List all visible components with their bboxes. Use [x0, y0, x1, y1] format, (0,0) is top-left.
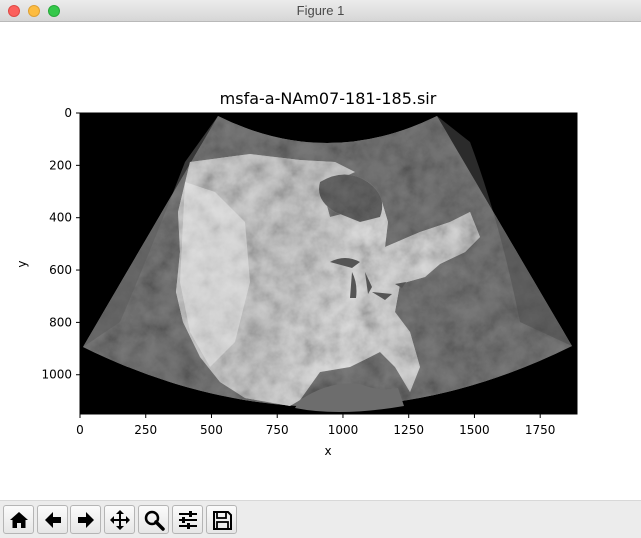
- x-tick-label: 1000: [328, 423, 359, 437]
- pan-button[interactable]: [104, 505, 135, 534]
- y-tick-label: 600: [49, 263, 72, 277]
- configure-subplots-button[interactable]: [172, 505, 203, 534]
- y-tick-label: 400: [49, 211, 72, 225]
- arrow-right-icon: [77, 511, 94, 528]
- sliders-icon: [178, 510, 197, 529]
- magnifier-icon: [144, 510, 165, 531]
- arrow-left-icon: [44, 511, 61, 528]
- y-tick-label: 0: [64, 106, 72, 120]
- window-title: Figure 1: [296, 3, 345, 18]
- navigation-toolbar: [0, 500, 641, 538]
- y-tick-label: 200: [49, 158, 72, 172]
- x-tick-label: 1500: [459, 423, 490, 437]
- x-tick-label: 1750: [525, 423, 556, 437]
- home-icon: [9, 511, 28, 528]
- back-button[interactable]: [37, 505, 68, 534]
- move-icon: [109, 509, 130, 530]
- y-axis-label: y: [15, 260, 29, 267]
- y-tick-label: 800: [49, 315, 72, 329]
- forward-button[interactable]: [70, 505, 101, 534]
- plot-svg[interactable]: 0 250 500 750 1000 1250 1500 1750 0 200 400 600 800 1…: [0, 22, 641, 500]
- save-button[interactable]: [206, 505, 237, 534]
- x-tick-label: 0: [76, 423, 84, 437]
- x-tick-label: 500: [200, 423, 223, 437]
- floppy-disk-icon: [212, 510, 232, 530]
- x-tick-label: 1250: [393, 423, 424, 437]
- y-tick-label: 1000: [41, 368, 72, 382]
- x-tick-label: 250: [134, 423, 157, 437]
- plot-title: msfa-a-NAm07-181-185.sir: [220, 89, 437, 108]
- figure-canvas[interactable]: 0 250 500 750 1000 1250 1500 1750 0 200 400 600 800 1…: [0, 22, 641, 500]
- zoom-button[interactable]: [138, 505, 169, 534]
- x-tick-label: 750: [266, 423, 289, 437]
- window-titlebar: Figure 1: [0, 0, 641, 22]
- home-button[interactable]: [3, 505, 34, 534]
- x-axis-label: x: [324, 444, 331, 458]
